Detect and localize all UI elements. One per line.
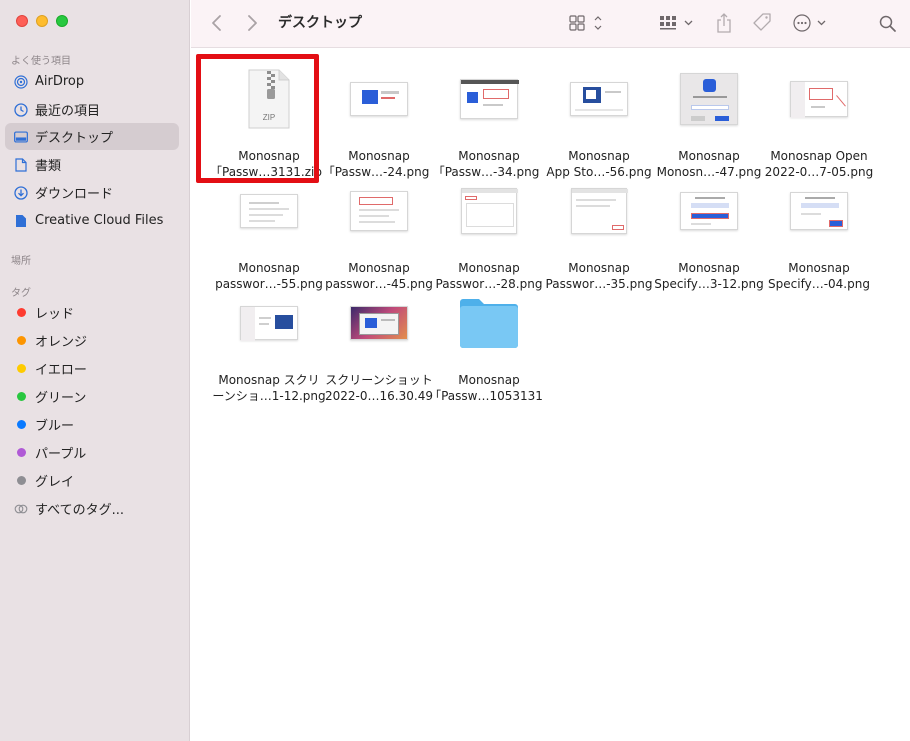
download-icon xyxy=(14,185,28,200)
sidebar-item-label: デスクトップ xyxy=(35,131,114,146)
file-name: Monosnap ｢Passw…1053131 xyxy=(435,373,543,403)
forward-icon[interactable] xyxy=(246,12,258,34)
all-tags-icon xyxy=(14,502,28,516)
sidebar: よく使う項目 AirDrop 最近の項目 デスクトップ 書類 ダウンロード Cr… xyxy=(0,0,190,741)
sidebar-item-downloads[interactable]: ダウンロード xyxy=(5,179,179,206)
file-name: Monosnap Specify…3-12.png xyxy=(654,261,764,291)
sidebar-item-label: イエロー xyxy=(35,363,87,378)
file-name: Monosnap Passwor…-35.png xyxy=(545,261,653,291)
sidebar-item-desktop[interactable]: デスクトップ xyxy=(5,123,179,150)
file-icon xyxy=(14,214,28,228)
sidebar-tag-green[interactable]: グリーン xyxy=(5,383,179,410)
image-thumbnail xyxy=(324,288,434,358)
search-icon[interactable] xyxy=(879,12,896,34)
group-icon[interactable] xyxy=(659,12,695,34)
recents-clock-icon xyxy=(14,102,28,117)
tag-color-dot xyxy=(16,364,26,373)
tag-color-dot xyxy=(16,308,26,317)
image-thumbnail xyxy=(654,176,764,246)
zoom-window-button[interactable] xyxy=(56,15,68,27)
sidebar-item-label: AirDrop xyxy=(35,74,85,89)
favorites-section-title: よく使う項目 xyxy=(11,56,71,67)
sidebar-item-label: ダウンロード xyxy=(35,187,114,202)
sidebar-item-label: オレンジ xyxy=(35,335,88,350)
image-thumbnail xyxy=(544,176,654,246)
file-name: スクリーンショット 2022-0…16.30.49 xyxy=(325,373,433,403)
sidebar-tag-orange[interactable]: オレンジ xyxy=(5,327,179,354)
tag-icon[interactable] xyxy=(752,12,772,34)
sidebar-item-airdrop[interactable]: AirDrop xyxy=(5,68,179,95)
document-icon xyxy=(14,157,28,172)
more-icon[interactable] xyxy=(793,12,829,34)
sidebar-tag-gray[interactable]: グレイ xyxy=(5,467,179,494)
sidebar-item-documents[interactable]: 書類 xyxy=(5,151,179,178)
sidebar-tag-yellow[interactable]: イエロー xyxy=(5,355,179,382)
sidebar-item-creative-cloud[interactable]: Creative Cloud Files xyxy=(5,207,179,234)
zip-badge: ZIP xyxy=(263,113,275,122)
sidebar-item-label: グレイ xyxy=(35,475,75,490)
sidebar-item-label: Creative Cloud Files xyxy=(35,213,164,228)
tag-color-dot xyxy=(16,476,26,485)
image-thumbnail xyxy=(324,64,434,134)
folder-icon xyxy=(434,288,544,358)
tag-color-dot xyxy=(16,420,26,429)
file-grid: ZIP Monosnap ｢Passw…3131.zip Monosnap ｢Pas… xyxy=(191,49,910,741)
close-window-button[interactable] xyxy=(16,15,28,27)
image-thumbnail xyxy=(434,64,544,134)
sidebar-tag-blue[interactable]: ブルー xyxy=(5,411,179,438)
image-thumbnail xyxy=(654,64,764,134)
tag-color-dot xyxy=(16,336,26,345)
sidebar-item-label: グリーン xyxy=(35,391,87,406)
desktop-icon xyxy=(14,130,28,144)
image-thumbnail xyxy=(214,288,324,358)
image-thumbnail xyxy=(434,176,544,246)
sidebar-item-label: 最近の項目 xyxy=(35,104,101,119)
sidebar-tag-purple[interactable]: パープル xyxy=(5,439,179,466)
image-thumbnail xyxy=(764,64,874,134)
sidebar-all-tags[interactable]: すべてのタグ... xyxy=(5,495,179,522)
minimize-window-button[interactable] xyxy=(36,15,48,27)
sidebar-item-label: ブルー xyxy=(35,419,75,434)
zip-file-icon: ZIP xyxy=(214,64,324,134)
back-icon[interactable] xyxy=(211,12,223,34)
file-name: Monosnap スクリ ーンショ…1-12.png xyxy=(212,373,326,403)
locations-section-title: 場所 xyxy=(11,256,31,267)
view-grid-icon[interactable] xyxy=(569,12,603,34)
sidebar-item-label: レッド xyxy=(35,307,75,322)
sidebar-item-label: パープル xyxy=(35,447,87,462)
window-title: デスクトップ xyxy=(278,15,362,31)
sidebar-item-recents[interactable]: 最近の項目 xyxy=(5,96,179,123)
image-thumbnail xyxy=(544,64,654,134)
tag-color-dot xyxy=(16,392,26,401)
image-thumbnail xyxy=(324,176,434,246)
tags-section-title: タグ xyxy=(11,288,31,299)
toolbar: デスクトップ xyxy=(191,0,910,48)
image-thumbnail xyxy=(764,176,874,246)
tag-color-dot xyxy=(16,448,26,457)
sidebar-item-label: 書類 xyxy=(35,159,62,174)
window-controls xyxy=(16,15,68,27)
airdrop-icon xyxy=(14,74,28,89)
share-icon[interactable] xyxy=(716,12,732,34)
file-name: Monosnap Specify…-04.png xyxy=(768,261,870,291)
image-thumbnail xyxy=(214,176,324,246)
sidebar-item-label: すべてのタグ... xyxy=(35,503,124,518)
sidebar-tag-red[interactable]: レッド xyxy=(5,299,179,326)
